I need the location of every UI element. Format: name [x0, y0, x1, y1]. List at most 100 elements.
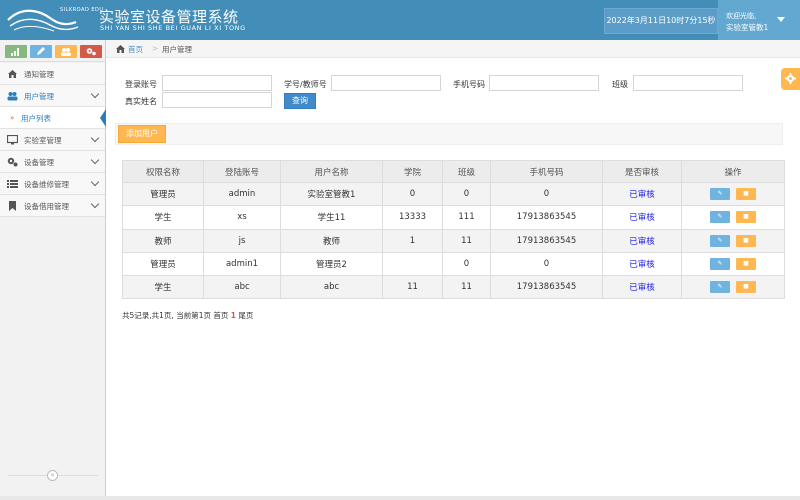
table-cell: 学生 — [122, 275, 204, 300]
footer-divider — [0, 496, 800, 500]
column-header: 班级 — [442, 160, 491, 183]
sidebar-item-lab[interactable]: 实验室管理 — [0, 129, 105, 151]
sidebar-item-label: 用户管理 — [24, 92, 54, 101]
edit-button[interactable]: ✎ — [710, 258, 730, 271]
student-id-input[interactable] — [331, 75, 441, 91]
table-cell: 教师 — [122, 228, 204, 253]
column-header: 操作 — [681, 160, 785, 183]
table-cell: 1 — [382, 228, 443, 253]
pagination-current-page[interactable]: 1 — [231, 311, 236, 320]
cogs-icon — [86, 48, 96, 56]
class-input[interactable] — [633, 75, 743, 91]
edit-button[interactable]: ✎ — [710, 188, 730, 201]
sidebar-item-users[interactable]: 用户管理 — [0, 85, 105, 107]
add-user-button[interactable]: 添加用户 — [118, 125, 166, 143]
table-cell: 17913863545 — [490, 275, 603, 300]
table-cell: admin — [203, 181, 281, 207]
table-cell: 0 — [490, 251, 603, 277]
column-header: 是否审核 — [602, 160, 682, 183]
bookmark-icon — [9, 201, 16, 211]
sidebar-subitem-user-list[interactable]: » 用户列表 — [0, 107, 105, 129]
app-subtitle: SHI YAN SHI SHE BEI GUAN LI XI TONG — [100, 24, 246, 32]
table-cell: 管理员2 — [280, 251, 383, 277]
logo: SILKROAD EDU — [6, 4, 103, 34]
active-indicator — [100, 109, 106, 127]
trash-icon: ■ — [743, 236, 749, 244]
delete-button[interactable]: ■ — [736, 234, 756, 247]
login-account-input[interactable] — [162, 75, 272, 91]
table-cell — [382, 251, 443, 277]
edit-icon: ✎ — [717, 190, 723, 198]
table-cell: 学生11 — [280, 205, 383, 230]
sidebar-item-label: 设备维修管理 — [24, 180, 69, 189]
sidebar-item-equipment[interactable]: 设备管理 — [0, 151, 105, 173]
home-icon — [8, 70, 17, 78]
table-cell: 17913863545 — [490, 205, 603, 230]
cogs-icon — [7, 157, 18, 167]
shortcut-users-button[interactable] — [55, 45, 77, 58]
actions-cell: ✎ ■ — [681, 228, 785, 253]
phone-input[interactable] — [489, 75, 599, 91]
chevron-down-icon — [90, 133, 100, 143]
table-cell: 管理员 — [122, 251, 204, 277]
logo-text: SILKROAD EDU — [60, 7, 104, 13]
pencil-icon — [37, 47, 45, 55]
table-row: 教师 js 教师 1 11 17913863545 已审核 ✎ ■ — [122, 228, 785, 253]
edit-icon: ✎ — [717, 213, 723, 221]
query-button[interactable]: 查询 — [284, 93, 316, 109]
shortcut-pencil-button[interactable] — [30, 45, 52, 58]
collapse-sidebar-button[interactable]: « — [47, 470, 58, 481]
sidebar-item-borrow[interactable]: 设备借用管理 — [0, 195, 105, 217]
table-cell: 0 — [442, 181, 491, 207]
sidebar-item-label: 设备借用管理 — [24, 202, 69, 211]
delete-button[interactable]: ■ — [736, 211, 756, 224]
welcome-text: 欢迎光临, — [726, 12, 757, 20]
chevron-down-icon — [90, 89, 100, 99]
sidebar-subitem-label: 用户列表 — [21, 114, 51, 123]
edit-icon: ✎ — [717, 236, 723, 244]
table-cell: 11 — [382, 275, 443, 300]
breadcrumb: 首页 > 用户管理 — [106, 40, 800, 58]
delete-button[interactable]: ■ — [736, 258, 756, 271]
status-badge: 已审核 — [602, 228, 682, 253]
chevron-down-icon — [90, 155, 100, 165]
user-table: 权限名称 登陆账号 用户名称 学院 班级 手机号码 是否审核 操作 管理员 ad… — [122, 160, 785, 300]
sidebar-item-label: 通知管理 — [24, 70, 54, 79]
user-menu[interactable]: 欢迎光临, 实验室管教1 — [718, 0, 800, 40]
shortcut-signal-button[interactable] — [5, 45, 27, 58]
pagination-last-link[interactable]: 尾页 — [238, 311, 253, 320]
real-name-input[interactable] — [162, 92, 272, 108]
table-cell: js — [203, 228, 281, 253]
breadcrumb-home-link[interactable]: 首页 — [128, 44, 143, 55]
sidebar-item-repair[interactable]: 设备维修管理 — [0, 173, 105, 195]
table-cell: 0 — [442, 251, 491, 277]
phone-label: 手机号码 — [453, 80, 485, 89]
status-badge: 已审核 — [602, 181, 682, 207]
caret-down-icon — [777, 17, 785, 22]
edit-button[interactable]: ✎ — [710, 234, 730, 247]
table-row: 管理员 admin 实验室管教1 0 0 0 已审核 ✎ ■ — [122, 181, 785, 207]
pagination-summary: 共5记录,共1页, 当前第1页 首页 — [122, 311, 229, 320]
delete-button[interactable]: ■ — [736, 281, 756, 294]
real-name-label: 真实姓名 — [125, 97, 157, 106]
datetime-display: 2022年3月11日10时7分15秒 — [604, 8, 718, 34]
breadcrumb-separator: > — [152, 44, 159, 53]
shortcut-cogs-button[interactable] — [80, 45, 102, 58]
delete-button[interactable]: ■ — [736, 188, 756, 201]
settings-button[interactable] — [781, 68, 800, 90]
bullet-icon: » — [10, 114, 15, 122]
table-cell: 11 — [442, 228, 491, 253]
toolbar — [115, 123, 783, 145]
breadcrumb-current: 用户管理 — [162, 45, 192, 54]
edit-button[interactable]: ✎ — [710, 281, 730, 294]
table-cell: 0 — [382, 181, 443, 207]
signal-icon — [11, 48, 19, 56]
table-cell: 管理员 — [122, 181, 204, 207]
chevron-down-icon — [90, 199, 100, 209]
user-name: 实验室管教1 — [726, 23, 769, 32]
student-id-label: 学号/教师号 — [284, 80, 327, 89]
sidebar-item-notice[interactable]: 通知管理 — [0, 63, 105, 85]
sidebar-item-label: 实验室管理 — [24, 136, 62, 145]
edit-button[interactable]: ✎ — [710, 211, 730, 224]
table-cell: 13333 — [382, 205, 443, 230]
